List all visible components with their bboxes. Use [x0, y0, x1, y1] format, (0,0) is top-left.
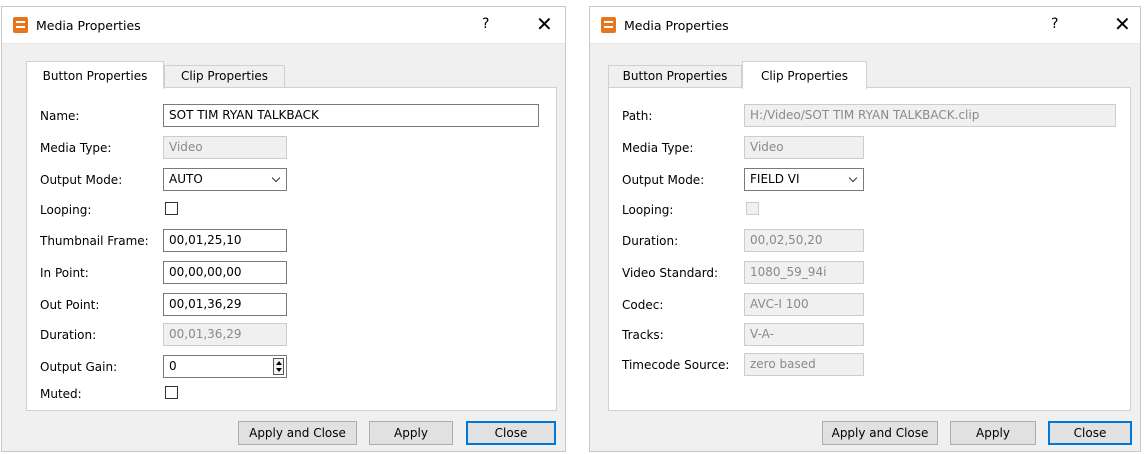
in-point-input[interactable]: 00,00,00,00 — [163, 261, 287, 284]
looping-label: Looping: — [622, 203, 674, 217]
name-row: Name: SOT TIM RYAN TALKBACK — [27, 103, 556, 127]
path-label: Path: — [622, 109, 653, 123]
duration-field: 00,02,50,20 — [744, 229, 864, 252]
tab-clip-properties[interactable]: Clip Properties — [164, 65, 285, 88]
duration-row: Duration: 00,01,36,29 — [27, 322, 556, 346]
media-properties-dialog-clip-tab: Media Properties ? ✕ Button Properties C… — [589, 6, 1141, 452]
muted-checkbox[interactable] — [165, 386, 178, 399]
duration-row: Duration: 00,02,50,20 — [609, 228, 1130, 252]
output-gain-row: Output Gain: 0 — [27, 354, 556, 378]
tracks-row: Tracks: V-A- — [609, 322, 1130, 346]
in-point-label: In Point: — [40, 266, 89, 280]
help-button[interactable]: ? — [482, 16, 489, 32]
codec-label: Codec: — [622, 298, 664, 312]
output-mode-select[interactable]: FIELD VI — [744, 168, 864, 191]
apply-and-close-button[interactable]: Apply and Close — [238, 421, 357, 445]
name-input[interactable]: SOT TIM RYAN TALKBACK — [163, 104, 539, 127]
output-mode-row: Output Mode: AUTO — [27, 167, 556, 191]
spin-up-down-icon[interactable] — [273, 358, 284, 375]
media-type-field: Video — [744, 136, 864, 159]
title-bar: Media Properties ? ✕ — [2, 7, 565, 44]
looping-checkbox — [746, 202, 759, 215]
clip-properties-panel: Path: H:/Video/SOT TIM RYAN TALKBACK.cli… — [608, 87, 1131, 411]
output-gain-label: Output Gain: — [40, 360, 118, 374]
tab-clip-properties[interactable]: Clip Properties — [742, 61, 867, 89]
button-properties-panel: Name: SOT TIM RYAN TALKBACK Media Type: … — [26, 87, 557, 411]
video-standard-row: Video Standard: 1080_59_94i — [609, 260, 1130, 284]
media-properties-dialog-button-tab: Media Properties ? ✕ Button Properties C… — [1, 6, 566, 452]
close-icon[interactable]: ✕ — [1114, 12, 1131, 36]
video-standard-field: 1080_59_94i — [744, 261, 864, 284]
tracks-field: V-A- — [744, 323, 864, 346]
duration-field: 00,01,36,29 — [163, 323, 287, 346]
close-icon[interactable]: ✕ — [536, 12, 553, 36]
looping-checkbox[interactable] — [165, 202, 178, 215]
timecode-source-row: Timecode Source: zero based — [609, 352, 1130, 376]
app-icon — [601, 17, 616, 33]
duration-label: Duration: — [622, 234, 679, 248]
in-point-row: In Point: 00,00,00,00 — [27, 260, 556, 284]
thumbnail-frame-input[interactable]: 00,01,25,10 — [163, 229, 287, 252]
output-mode-select[interactable]: AUTO — [163, 168, 287, 191]
thumbnail-frame-label: Thumbnail Frame: — [40, 234, 149, 248]
muted-row: Muted: — [27, 381, 556, 405]
close-button[interactable]: Close — [1048, 421, 1132, 445]
dialog-title: Media Properties — [36, 18, 141, 33]
tab-button-properties[interactable]: Button Properties — [608, 65, 742, 88]
out-point-label: Out Point: — [40, 298, 100, 312]
media-type-label: Media Type: — [40, 141, 112, 155]
path-field: H:/Video/SOT TIM RYAN TALKBACK.clip — [744, 104, 1116, 127]
tab-button-properties[interactable]: Button Properties — [26, 61, 164, 89]
timecode-source-field: zero based — [744, 353, 864, 376]
help-button[interactable]: ? — [1051, 16, 1058, 32]
media-type-label: Media Type: — [622, 141, 694, 155]
name-label: Name: — [40, 109, 80, 123]
media-type-row: Media Type: Video — [609, 135, 1130, 159]
looping-row: Looping: — [609, 197, 1130, 221]
apply-and-close-button[interactable]: Apply and Close — [822, 421, 938, 445]
duration-label: Duration: — [40, 328, 97, 342]
tracks-label: Tracks: — [622, 328, 664, 342]
title-bar: Media Properties ? ✕ — [590, 7, 1140, 44]
output-mode-row: Output Mode: FIELD VI — [609, 167, 1130, 191]
output-mode-label: Output Mode: — [40, 173, 123, 187]
media-type-row: Media Type: Video — [27, 135, 556, 159]
output-mode-label: Output Mode: — [622, 173, 705, 187]
muted-label: Muted: — [40, 387, 82, 401]
app-icon — [13, 17, 28, 33]
looping-row: Looping: — [27, 197, 556, 221]
out-point-row: Out Point: 00,01,36,29 — [27, 292, 556, 316]
close-button[interactable]: Close — [466, 421, 556, 445]
media-type-field: Video — [163, 136, 287, 159]
output-gain-value: 0 — [169, 359, 177, 373]
codec-row: Codec: AVC-I 100 — [609, 292, 1130, 316]
thumbnail-frame-row: Thumbnail Frame: 00,01,25,10 — [27, 228, 556, 252]
apply-button[interactable]: Apply — [369, 421, 453, 445]
out-point-input[interactable]: 00,01,36,29 — [163, 293, 287, 316]
video-standard-label: Video Standard: — [622, 266, 719, 280]
codec-field: AVC-I 100 — [744, 293, 864, 316]
path-row: Path: H:/Video/SOT TIM RYAN TALKBACK.cli… — [609, 103, 1130, 127]
dialog-title: Media Properties — [624, 18, 729, 33]
output-gain-stepper[interactable]: 0 — [163, 355, 287, 378]
looping-label: Looping: — [40, 203, 92, 217]
apply-button[interactable]: Apply — [950, 421, 1036, 445]
timecode-source-label: Timecode Source: — [622, 358, 730, 372]
